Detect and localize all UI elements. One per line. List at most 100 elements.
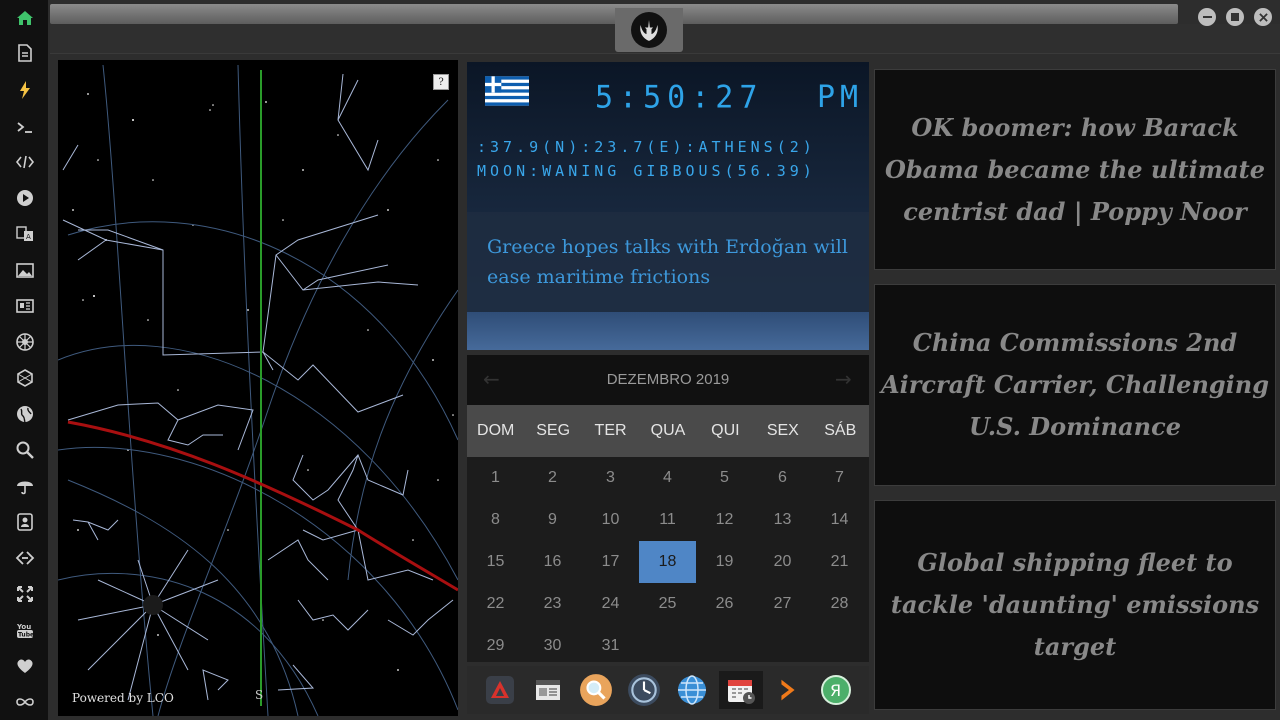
calendar-day-today[interactable]: 18 — [639, 541, 696, 583]
weekday-label: SEX — [766, 422, 799, 439]
news-card[interactable]: Global shipping fleet to tackle 'dauntin… — [874, 500, 1276, 710]
calendar-day[interactable]: 28 — [811, 583, 868, 625]
calendar-day[interactable]: 17 — [582, 541, 639, 583]
svg-text:You: You — [16, 623, 31, 631]
constellation-lines — [62, 73, 454, 701]
news-headline: China Commissions 2nd Aircraft Carrier, … — [880, 328, 1270, 441]
logo-tab[interactable] — [615, 8, 683, 52]
link-icon[interactable] — [12, 545, 38, 571]
location-line: :37.9(N):23.7(E):ATHENS(2) — [477, 138, 816, 156]
weekday-label: SÁB — [824, 422, 857, 439]
calendar-app-icon[interactable] — [719, 671, 763, 709]
heart-icon[interactable] — [12, 653, 38, 679]
calendar-day[interactable]: 11 — [639, 499, 696, 541]
minimize-icon[interactable] — [1198, 8, 1216, 26]
radiant-marker — [143, 595, 163, 615]
galactic-empire-icon[interactable] — [12, 329, 38, 355]
calendar-header: ← DEZEMBRO 2019 → — [467, 355, 869, 405]
calendar-day[interactable]: 7 — [811, 457, 868, 499]
rebel-alliance-icon — [631, 12, 667, 48]
infinity-icon[interactable] — [12, 689, 38, 715]
calendar-day[interactable]: 27 — [754, 583, 811, 625]
document-icon[interactable] — [12, 40, 38, 66]
world-clock-widget[interactable]: 5:50:27 PM :37.9(N):23.7(E):ATHENS(2) MO… — [467, 62, 869, 350]
browser-globe-icon[interactable] — [673, 671, 711, 709]
umbrella-icon[interactable] — [12, 473, 38, 499]
search-icon[interactable] — [12, 437, 38, 463]
arrow-app-icon[interactable] — [769, 671, 807, 709]
headline-text: Greece hopes talks with Erdoğan will eas… — [487, 236, 848, 288]
calendar-day[interactable]: 26 — [696, 583, 753, 625]
calendar-day[interactable]: 4 — [639, 457, 696, 499]
expand-icon[interactable] — [12, 581, 38, 607]
weekday-label: DOM — [477, 422, 515, 439]
lightning-icon[interactable] — [12, 77, 38, 103]
code-icon[interactable] — [12, 149, 38, 175]
calendar-day[interactable]: 9 — [524, 499, 581, 541]
image-icon[interactable] — [12, 257, 38, 283]
calendar-day[interactable]: 21 — [811, 541, 868, 583]
clock-time: 5:50:27 — [595, 79, 764, 116]
globe-icon[interactable] — [12, 401, 38, 427]
app-red-triangle-icon[interactable] — [481, 671, 519, 709]
translate-icon[interactable]: A — [12, 221, 38, 247]
calendar-day[interactable]: 3 — [582, 457, 639, 499]
calendar-day[interactable]: 2 — [524, 457, 581, 499]
calendar-day[interactable]: 23 — [524, 583, 581, 625]
magnifier-app-icon[interactable] — [577, 671, 615, 709]
news-card[interactable]: OK boomer: how Barack Obama became the u… — [874, 69, 1276, 270]
newspaper-icon[interactable] — [12, 293, 38, 319]
south-label: S — [255, 688, 264, 702]
maximize-icon[interactable] — [1226, 8, 1244, 26]
calendar-day[interactable]: 25 — [639, 583, 696, 625]
clock-footer — [467, 312, 869, 350]
calendar-day[interactable]: 30 — [524, 625, 581, 667]
calendar-day[interactable]: 5 — [696, 457, 753, 499]
news-card[interactable]: China Commissions 2nd Aircraft Carrier, … — [874, 284, 1276, 486]
home-icon[interactable] — [12, 5, 38, 31]
close-icon[interactable] — [1254, 8, 1272, 26]
calendar-day[interactable]: 24 — [582, 583, 639, 625]
sidebar: A You Tube — [0, 0, 48, 720]
yandex-icon[interactable]: Я — [817, 671, 855, 709]
youtube-icon[interactable]: You Tube — [12, 617, 38, 643]
news-headline: OK boomer: how Barack Obama became the u… — [884, 112, 1265, 226]
calendar-day[interactable]: 10 — [582, 499, 639, 541]
calendar-day[interactable]: 12 — [696, 499, 753, 541]
calendar-day[interactable]: 13 — [754, 499, 811, 541]
powered-by-label: Powered by LCO — [72, 691, 174, 705]
calendar-day[interactable]: 16 — [524, 541, 581, 583]
play-icon[interactable] — [12, 185, 38, 211]
calendar-month-title: DEZEMBRO 2019 — [606, 371, 730, 388]
calendar-day[interactable]: 1 — [467, 457, 524, 499]
news-reader-icon[interactable] — [529, 671, 567, 709]
calendar-day[interactable]: 8 — [467, 499, 524, 541]
svg-text:Я: Я — [830, 681, 841, 700]
terminal-icon[interactable] — [12, 114, 38, 140]
calendar-day[interactable]: 19 — [696, 541, 753, 583]
contacts-icon[interactable] — [12, 509, 38, 535]
calendar-day[interactable]: 20 — [754, 541, 811, 583]
greece-flag-icon — [485, 76, 529, 106]
address-bar[interactable] — [50, 4, 1178, 24]
calendar-day[interactable]: 14 — [811, 499, 868, 541]
next-month-button[interactable]: → — [835, 367, 852, 391]
weekday-row: DOM SEG TER QUA QUI SEX SÁB — [467, 405, 869, 457]
moon-phase-line: MOON:WANING GIBBOUS(56.39) — [477, 162, 816, 180]
sky-map-canvas — [58, 64, 458, 716]
clock-ampm: PM — [817, 80, 864, 115]
svg-text:Tube: Tube — [18, 632, 34, 639]
help-button[interactable]: ? — [433, 74, 449, 90]
calendar-day[interactable]: 29 — [467, 625, 524, 667]
headline-bubble[interactable]: Greece hopes talks with Erdoğan will eas… — [467, 212, 869, 312]
weekday-label: QUA — [650, 422, 686, 439]
sky-map[interactable]: ? Powered by LCO S — [58, 60, 458, 716]
calendar-day[interactable]: 31 — [582, 625, 639, 667]
hexagon-icon[interactable] — [12, 365, 38, 391]
calendar-day[interactable]: 22 — [467, 583, 524, 625]
clock-app-icon[interactable] — [625, 671, 663, 709]
calendar-day[interactable]: 15 — [467, 541, 524, 583]
svg-text:A: A — [26, 233, 31, 241]
calendar-day[interactable]: 6 — [754, 457, 811, 499]
calendar-widget: ← DEZEMBRO 2019 → DOM SEG TER QUA QUI SE… — [467, 355, 869, 662]
